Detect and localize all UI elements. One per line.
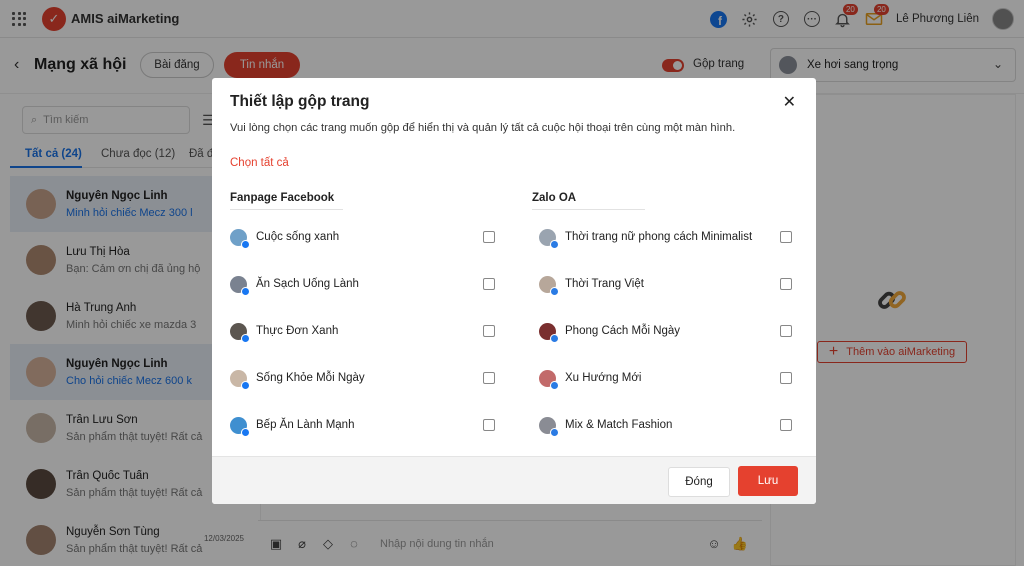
page-name: Thời Trang Việt [565,278,644,290]
facebook-page-item: Cuộc sống xanh [230,226,340,249]
zalo-page-item: Xu Hướng Mới [539,367,642,390]
divider [532,209,645,210]
zalo-page-checkbox[interactable] [780,278,792,290]
zalo-badge-icon [550,427,559,437]
facebook-badge-icon [241,333,250,343]
facebook-badge-icon [241,427,250,437]
dialog-description: Vui lòng chọn các trang muốn gộp để hiển… [230,122,736,134]
page-name: Xu Hướng Mới [565,372,642,384]
facebook-page-item: Thực Đơn Xanh [230,320,339,343]
facebook-badge-icon [241,286,250,296]
page-name: Mix & Match Fashion [565,419,673,431]
page-name: Thời trang nữ phong cách Minimalist [565,231,753,243]
facebook-page-checkbox[interactable] [483,278,495,290]
zalo-badge-icon [550,286,559,296]
zalo-badge-icon [550,333,559,343]
facebook-column-title: Fanpage Facebook [230,192,335,204]
dialog-title: Thiết lập gộp trang [230,93,370,110]
dialog-footer: Đóng Lưu [212,456,816,504]
facebook-badge-icon [241,380,250,390]
page-name: Thực Đơn Xanh [256,325,339,337]
page-avatar [230,275,250,296]
save-button[interactable]: Lưu [738,466,798,496]
page-avatar [230,416,250,437]
zalo-page-item: Mix & Match Fashion [539,414,673,437]
page-avatar [539,369,559,390]
facebook-page-checkbox[interactable] [483,231,495,243]
merge-pages-dialog: Thiết lập gộp trang ✕ Vui lòng chọn các … [212,78,816,504]
page-avatar [230,322,250,343]
select-all-link[interactable]: Chọn tất cả [230,157,289,169]
zalo-badge-icon [550,239,559,249]
page-avatar [539,416,559,437]
facebook-page-item: Ăn Sạch Uống Lành [230,273,359,296]
facebook-page-checkbox[interactable] [483,419,495,431]
facebook-badge-icon [241,239,250,249]
zalo-page-item: Thời Trang Việt [539,273,644,296]
zalo-page-checkbox[interactable] [780,372,792,384]
zalo-column-title: Zalo OA [532,192,577,204]
page-avatar [539,275,559,296]
page-name: Bếp Ăn Lành Mạnh [256,419,355,431]
page-name: Ăn Sạch Uống Lành [256,278,359,290]
page-avatar [539,228,559,249]
close-button[interactable]: Đóng [668,467,730,497]
facebook-page-item: Bếp Ăn Lành Mạnh [230,414,355,437]
facebook-page-checkbox[interactable] [483,372,495,384]
zalo-page-item: Phong Cách Mỗi Ngày [539,320,681,343]
page-avatar [539,322,559,343]
close-icon[interactable]: ✕ [783,92,796,112]
facebook-page-item: Sống Khỏe Mỗi Ngày [230,367,365,390]
divider [230,209,343,210]
page-name: Phong Cách Mỗi Ngày [565,325,681,337]
page-name: Sống Khỏe Mỗi Ngày [256,372,365,384]
zalo-page-checkbox[interactable] [780,419,792,431]
zalo-badge-icon [550,380,559,390]
page-avatar [230,228,250,249]
page-avatar [230,369,250,390]
zalo-page-checkbox[interactable] [780,325,792,337]
zalo-page-item: Thời trang nữ phong cách Minimalist [539,226,753,249]
page-name: Cuộc sống xanh [256,231,340,243]
facebook-page-checkbox[interactable] [483,325,495,337]
zalo-page-checkbox[interactable] [780,231,792,243]
